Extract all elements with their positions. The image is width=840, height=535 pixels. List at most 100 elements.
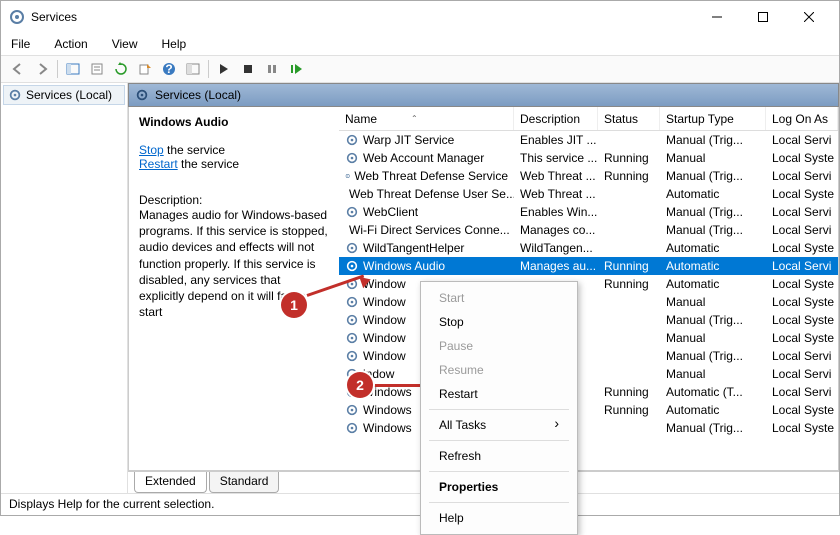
- menu-help[interactable]: Help: [158, 35, 191, 53]
- cell-logon: Local Syste: [766, 241, 838, 255]
- cell-name: Warp JIT Service: [339, 133, 514, 147]
- help-button[interactable]: ?: [158, 58, 180, 80]
- cell-startup: Manual: [660, 295, 766, 309]
- cell-desc: Web Threat ...: [514, 169, 598, 183]
- cell-startup: Manual: [660, 151, 766, 165]
- menu-file[interactable]: File: [7, 35, 34, 53]
- cell-logon: Local Servi: [766, 385, 838, 399]
- ctx-start: Start: [421, 286, 577, 310]
- detail-heading: Windows Audio: [139, 115, 228, 129]
- cell-desc: Manages co...: [514, 223, 598, 237]
- table-row[interactable]: Windowes Wi...ManualLocal Syste: [339, 293, 838, 311]
- back-button[interactable]: [7, 58, 29, 80]
- table-row[interactable]: WildTangentHelperWildTangen...AutomaticL…: [339, 239, 838, 257]
- col-status[interactable]: Status: [598, 107, 660, 130]
- window-controls: [695, 3, 831, 31]
- tab-extended[interactable]: Extended: [134, 472, 207, 493]
- cell-startup: Automatic: [660, 259, 766, 273]
- table-row[interactable]: Windows mul...ManualLocal Syste: [339, 329, 838, 347]
- menubar: File Action View Help: [1, 33, 839, 55]
- cell-startup: Manual (Trig...: [660, 421, 766, 435]
- table-row[interactable]: indowSVC n...ManualLocal Servi: [339, 365, 838, 383]
- cell-desc: Manages au...: [514, 259, 598, 273]
- ctx-properties[interactable]: Properties: [421, 475, 577, 499]
- cell-logon: Local Syste: [766, 313, 838, 327]
- sort-indicator-icon: ⌃: [411, 114, 418, 123]
- cell-logon: Local Servi: [766, 223, 838, 237]
- pause-service-button[interactable]: [261, 58, 283, 80]
- menu-action[interactable]: Action: [50, 35, 91, 53]
- tree-item-services-local[interactable]: Services (Local): [3, 85, 125, 105]
- cell-startup: Manual (Trig...: [660, 133, 766, 147]
- close-button[interactable]: [787, 3, 831, 31]
- cell-logon: Local Syste: [766, 403, 838, 417]
- ctx-pause: Pause: [421, 334, 577, 358]
- table-row[interactable]: Windows AudioManages au...RunningAutomat…: [339, 257, 838, 275]
- start-service-button[interactable]: [213, 58, 235, 80]
- refresh-button[interactable]: [110, 58, 132, 80]
- stop-service-button[interactable]: [237, 58, 259, 80]
- table-row[interactable]: Windowes au...RunningAutomaticLocal Syst…: [339, 275, 838, 293]
- col-logon[interactable]: Log On As: [766, 107, 838, 130]
- ctx-separator: [429, 471, 569, 472]
- header-band: Services (Local): [128, 83, 839, 107]
- menu-view[interactable]: View: [108, 35, 142, 53]
- cell-logon: Local Servi: [766, 205, 838, 219]
- table-row[interactable]: Windowsws D...RunningAutomaticLocal Syst…: [339, 401, 838, 419]
- ctx-restart[interactable]: Restart: [421, 382, 577, 406]
- cell-name: Web Threat Defense User Se...: [339, 187, 514, 201]
- context-menu: Start Stop Pause Resume Restart All Task…: [420, 281, 578, 535]
- ctx-resume: Resume: [421, 358, 577, 382]
- table-row[interactable]: WebClientEnables Win...Manual (Trig...Lo…: [339, 203, 838, 221]
- restart-link[interactable]: Restart: [139, 157, 178, 171]
- col-description[interactable]: Description: [514, 107, 598, 130]
- ctx-stop[interactable]: Stop: [421, 310, 577, 334]
- stop-link[interactable]: Stop: [139, 143, 164, 157]
- cell-logon: Local Syste: [766, 187, 838, 201]
- cell-logon: Local Syste: [766, 277, 838, 291]
- column-headers: Name⌃ Description Status Startup Type Lo…: [339, 107, 838, 131]
- forward-button[interactable]: [31, 58, 53, 80]
- cell-logon: Local Syste: [766, 421, 838, 435]
- table-row[interactable]: Windowsws E...Manual (Trig...Local Syste: [339, 419, 838, 437]
- cell-name: Web Account Manager: [339, 151, 514, 165]
- table-row[interactable]: Windowndo...Manual (Trig...Local Syste: [339, 311, 838, 329]
- cell-status: Running: [598, 169, 660, 183]
- cell-name: Web Threat Defense Service: [339, 169, 514, 183]
- cell-logon: Local Syste: [766, 295, 838, 309]
- show-hide-tree-button[interactable]: [62, 58, 84, 80]
- ctx-all-tasks[interactable]: All Tasks: [421, 413, 577, 437]
- restart-service-button[interactable]: [285, 58, 307, 80]
- cell-logon: Local Syste: [766, 151, 838, 165]
- maximize-button[interactable]: [741, 3, 785, 31]
- col-startup[interactable]: Startup Type: [660, 107, 766, 130]
- properties-button[interactable]: [86, 58, 108, 80]
- export-button[interactable]: [134, 58, 156, 80]
- cell-startup: Manual (Trig...: [660, 205, 766, 219]
- cell-startup: Manual (Trig...: [660, 169, 766, 183]
- cell-logon: Local Syste: [766, 331, 838, 345]
- cell-name: WildTangentHelper: [339, 241, 514, 255]
- table-row[interactable]: Windowors th...Manual (Trig...Local Serv…: [339, 347, 838, 365]
- table-row[interactable]: Warp JIT ServiceEnables JIT ...Manual (T…: [339, 131, 838, 149]
- detail-pane-button[interactable]: [182, 58, 204, 80]
- table-row[interactable]: Web Threat Defense User Se...Web Threat …: [339, 185, 838, 203]
- cell-startup: Manual (Trig...: [660, 313, 766, 327]
- ctx-refresh[interactable]: Refresh: [421, 444, 577, 468]
- svg-text:?: ?: [165, 62, 172, 76]
- table-row[interactable]: Wi-Fi Direct Services Conne...Manages co…: [339, 221, 838, 239]
- toolbar: ?: [1, 55, 839, 83]
- detail-desc-label: Description:: [139, 193, 329, 207]
- ctx-help[interactable]: Help: [421, 506, 577, 530]
- tab-standard[interactable]: Standard: [209, 472, 280, 493]
- table-row[interactable]: Web Threat Defense ServiceWeb Threat ...…: [339, 167, 838, 185]
- cell-startup: Manual (Trig...: [660, 223, 766, 237]
- minimize-button[interactable]: [695, 3, 739, 31]
- table-row[interactable]: Web Account ManagerThis service ...Runni…: [339, 149, 838, 167]
- cell-logon: Local Servi: [766, 349, 838, 363]
- col-name[interactable]: Name⌃: [339, 107, 514, 130]
- cell-name: WebClient: [339, 205, 514, 219]
- rows-container: Warp JIT ServiceEnables JIT ...Manual (T…: [339, 131, 838, 437]
- cell-startup: Automatic: [660, 241, 766, 255]
- toolbar-separator: [57, 60, 58, 78]
